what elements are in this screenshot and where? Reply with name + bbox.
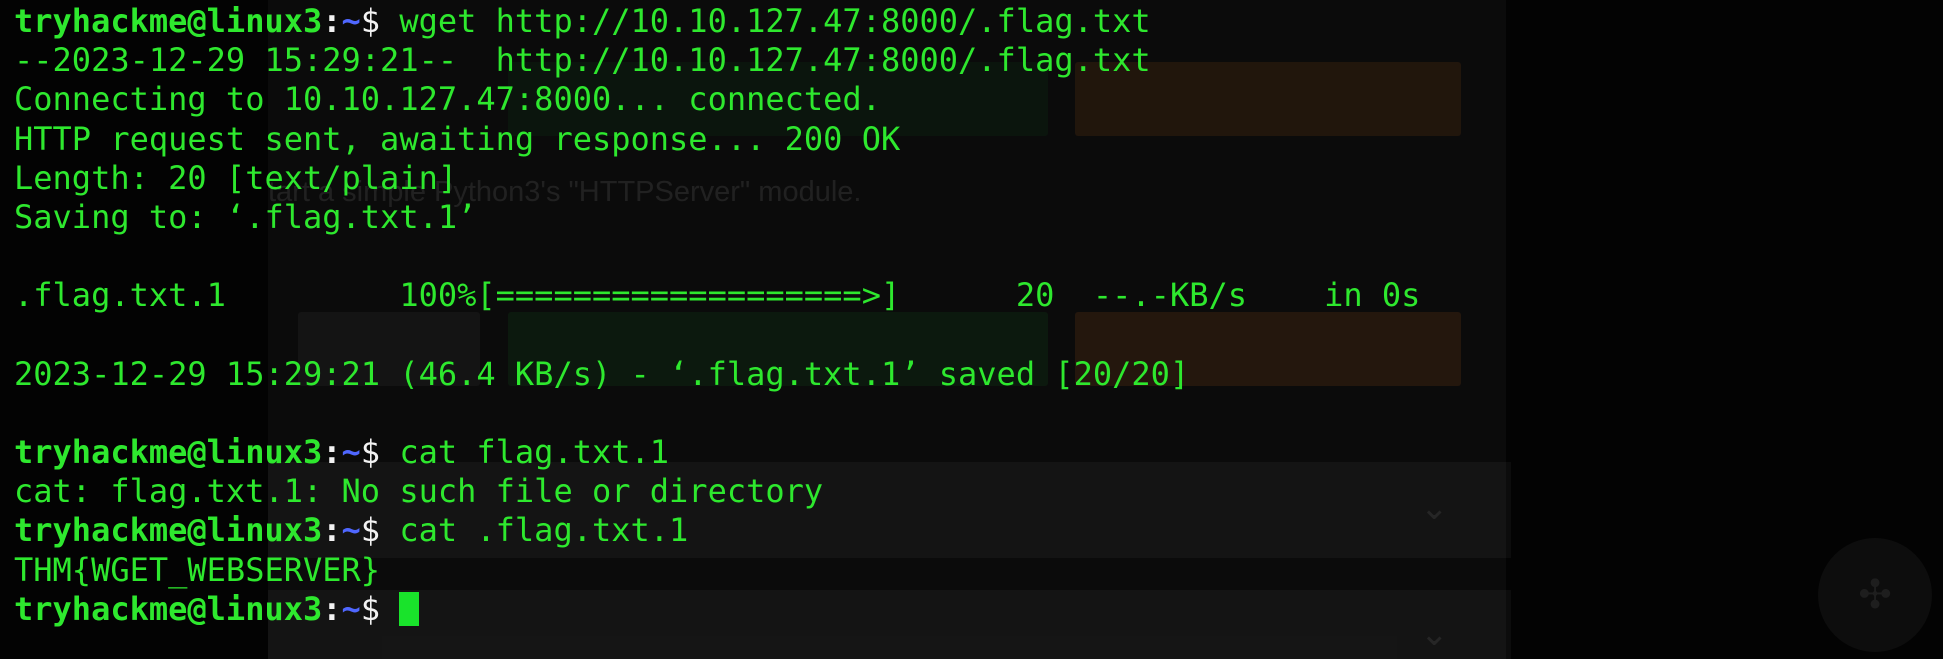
prompt-path: ~ [341,433,361,472]
terminal-output-line: --2023-12-29 15:29:21-- http://10.10.127… [14,41,1151,80]
terminal-command-line: tryhackme@linux3:~$ cat .flag.txt.1 [14,511,1943,550]
screen: tart a simple Python3's "HTTPServer" mod… [0,0,1943,659]
terminal-command-text: cat flag.txt.1 [399,433,670,472]
prompt-separator: : [322,589,342,628]
prompt-separator: : [322,2,342,40]
prompt-symbol: $ [360,433,381,472]
terminal-prompt-line: tryhackme@linux3:~$ [14,590,1943,629]
terminal-command-line: tryhackme@linux3:~$ cat flag.txt.1 [14,433,1943,472]
terminal-output-line: Connecting to 10.10.127.47:8000... conne… [14,80,881,119]
prompt-user-host: tryhackme@linux3 [14,589,323,628]
prompt-user-host: tryhackme@linux3 [14,433,323,472]
prompt-symbol: $ [360,2,381,40]
terminal-output-line: THM{WGET_WEBSERVER} [14,550,381,589]
terminal-command-line: tryhackme@linux3:~$ wget http://10.10.12… [14,2,1943,41]
prompt-path: ~ [341,589,361,628]
prompt-path: ~ [341,2,361,40]
terminal-output-line: 2023-12-29 15:29:21 (46.4 KB/s) - ‘.flag… [14,354,1190,393]
terminal-output-line: cat: flag.txt.1: No such file or directo… [14,472,824,511]
prompt-separator: : [322,433,342,472]
prompt-path: ~ [341,511,361,550]
terminal-output-line: Length: 20 [text/plain] [14,158,458,197]
prompt-separator: : [322,511,342,550]
terminal-output-line: Saving to: ‘.flag.txt.1’ [14,197,477,236]
terminal-output-line: .flag.txt.1 100%[===================>] 2… [14,276,1421,315]
prompt-symbol: $ [360,589,381,628]
terminal-cursor[interactable] [399,591,420,626]
terminal-window[interactable]: tryhackme@linux3:~$ wget http://10.10.12… [0,0,1943,659]
terminal-output-line: HTTP request sent, awaiting response... … [14,119,901,158]
terminal-command-text: wget http://10.10.127.47:8000/.flag.txt [399,2,1151,40]
prompt-user-host: tryhackme@linux3 [14,2,323,40]
prompt-symbol: $ [360,511,381,550]
prompt-user-host: tryhackme@linux3 [14,511,323,550]
terminal-command-text: cat .flag.txt.1 [399,511,689,550]
